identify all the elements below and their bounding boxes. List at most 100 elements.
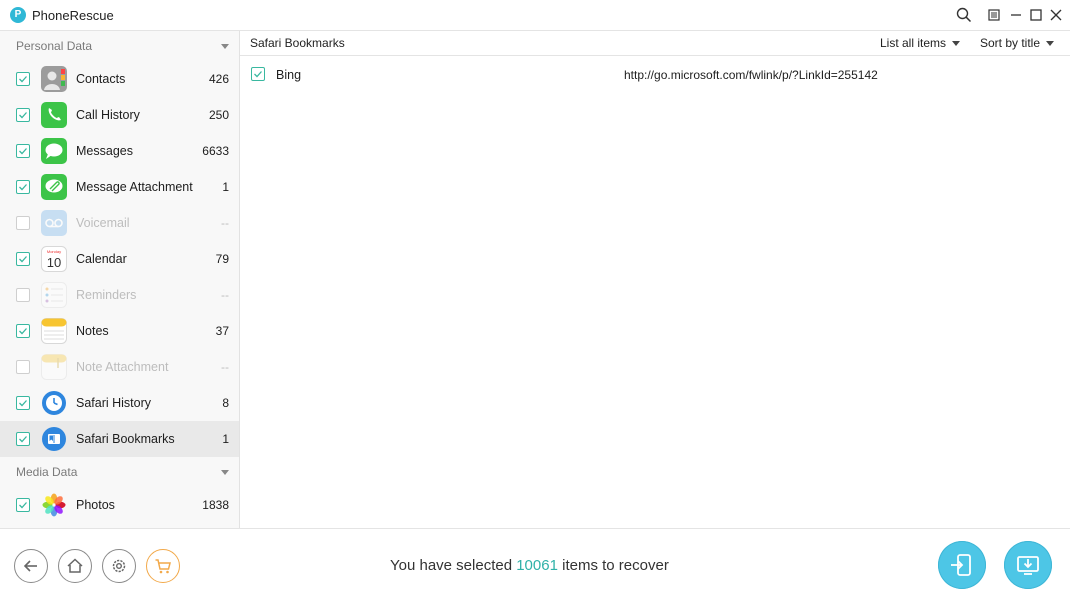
bookmark-title: Bing [276,68,302,82]
sidebar-item-label: Voicemail [76,216,130,230]
sidebar-item-label: Message Attachment [76,180,193,194]
sidebar-item-count: 1 [222,180,229,194]
chevron-down-icon[interactable] [221,470,229,475]
sidebar-item-count: 250 [208,108,229,122]
contacts-icon [41,66,67,92]
checkbox[interactable] [16,108,30,122]
photos-icon [41,492,67,518]
sidebar-item-label: Call History [76,108,140,122]
checkbox[interactable] [16,498,30,512]
sidebar-item-count: 8 [222,396,229,410]
safari-bookmarks-icon [41,426,67,452]
checkbox[interactable] [16,216,30,230]
chevron-down-icon[interactable] [221,44,229,49]
svg-text:Monday: Monday [47,249,61,254]
sidebar-item-label: Messages [76,144,133,158]
safari-history-icon [41,390,67,416]
checkbox[interactable] [16,144,30,158]
chevron-down-icon [1046,41,1055,47]
bookmark-url: http://go.microsoft.com/fwlink/p/?LinkId… [624,68,878,82]
sidebar-item-notes[interactable]: Notes 37 [0,313,239,349]
section-header-personal-data[interactable]: Personal Data [0,31,239,61]
messages-icon [41,138,67,164]
app-logo-icon: P [10,7,26,23]
checkbox[interactable] [16,72,30,86]
calendar-icon: Monday 10 [41,246,67,272]
sidebar-item-label: Photos [76,498,115,512]
sidebar-item-label: Contacts [76,72,126,86]
voicemail-icon [41,210,67,236]
filter-dropdown[interactable]: List all items [880,36,961,50]
checkbox[interactable] [16,396,30,410]
sidebar-item-count: 1838 [202,498,229,512]
chevron-down-icon [952,41,961,47]
app-title: PhoneRescue [32,8,114,23]
sidebar-item-reminders[interactable]: Reminders -- [0,277,239,313]
minimize-icon[interactable] [1007,6,1025,24]
selected-count: 10061 [516,557,558,574]
settings-button[interactable] [102,549,136,583]
sort-dropdown[interactable]: Sort by title [980,36,1055,50]
sidebar-item-voicemail[interactable]: Voicemail -- [0,205,239,241]
sidebar-item-message-attachment[interactable]: Message Attachment 1 [0,169,239,205]
svg-text:10: 10 [47,255,61,270]
search-icon[interactable] [955,6,973,24]
note-attachment-icon [41,354,67,380]
phone-icon [41,102,67,128]
sidebar-item-photos[interactable]: Photos 1838 [0,487,239,523]
arrow-left-icon [23,560,37,572]
sidebar-item-label: Reminders [76,288,137,302]
home-button[interactable] [58,549,92,583]
gear-icon [112,559,126,573]
menu-icon[interactable] [985,6,1003,24]
sidebar-item-calendar[interactable]: Monday 10 Calendar 79 [0,241,239,277]
sidebar-item-count: -- [221,360,229,374]
sidebar-item-label: Note Attachment [76,360,169,374]
back-button[interactable] [14,549,48,583]
sidebar-item-safari-history[interactable]: Safari History 8 [0,385,239,421]
checkbox[interactable] [16,288,30,302]
bottom-bar: You have selected 10061 items to recover [0,528,1070,600]
recover-to-computer-icon [1017,556,1039,575]
content-header: Safari Bookmarks List all items Sort by … [240,31,1070,56]
recover-to-device-icon [951,554,971,576]
maximize-icon[interactable] [1027,6,1045,24]
cart-button[interactable] [146,549,180,583]
checkbox[interactable] [16,180,30,194]
home-icon [67,558,83,573]
sidebar-item-label: Notes [76,324,109,338]
table-row[interactable]: Bing http://go.microsoft.com/fwlink/p/?L… [240,56,1070,92]
sidebar-item-count: 1 [222,432,229,446]
selection-status: You have selected 10061 items to recover [390,557,669,574]
sidebar-item-count: 426 [208,72,229,86]
breadcrumb: Safari Bookmarks [250,36,345,50]
sidebar-item-label: Safari Bookmarks [76,432,175,446]
checkbox[interactable] [16,324,30,338]
sidebar-item-safari-bookmarks[interactable]: Safari Bookmarks 1 [0,421,239,457]
recover-to-computer-button[interactable] [1004,541,1052,589]
cart-icon [155,559,171,574]
close-icon[interactable] [1047,6,1065,24]
sidebar-item-count: -- [221,216,229,230]
checkbox[interactable] [16,360,30,374]
sidebar-item-call-history[interactable]: Call History 250 [0,97,239,133]
recover-to-device-button[interactable] [938,541,986,589]
checkbox[interactable] [16,432,30,446]
sidebar-item-messages[interactable]: Messages 6633 [0,133,239,169]
reminders-icon [41,282,67,308]
sidebar: Personal Data Contacts 426 Call History … [0,31,240,528]
section-header-media-data[interactable]: Media Data [0,457,239,487]
main-panel: Safari Bookmarks List all items Sort by … [240,31,1070,528]
row-checkbox[interactable] [251,67,265,81]
sidebar-item-label: Safari History [76,396,152,410]
attachment-icon [41,174,67,200]
sidebar-item-count: 79 [215,252,229,266]
notes-icon [41,318,67,344]
sidebar-item-count: -- [221,288,229,302]
sidebar-item-contacts[interactable]: Contacts 426 [0,61,239,97]
sidebar-item-count: 6633 [202,144,229,158]
sidebar-item-label: Calendar [76,252,127,266]
sidebar-item-note-attachment[interactable]: Note Attachment -- [0,349,239,385]
checkbox[interactable] [16,252,30,266]
title-bar: P PhoneRescue [0,0,1070,31]
